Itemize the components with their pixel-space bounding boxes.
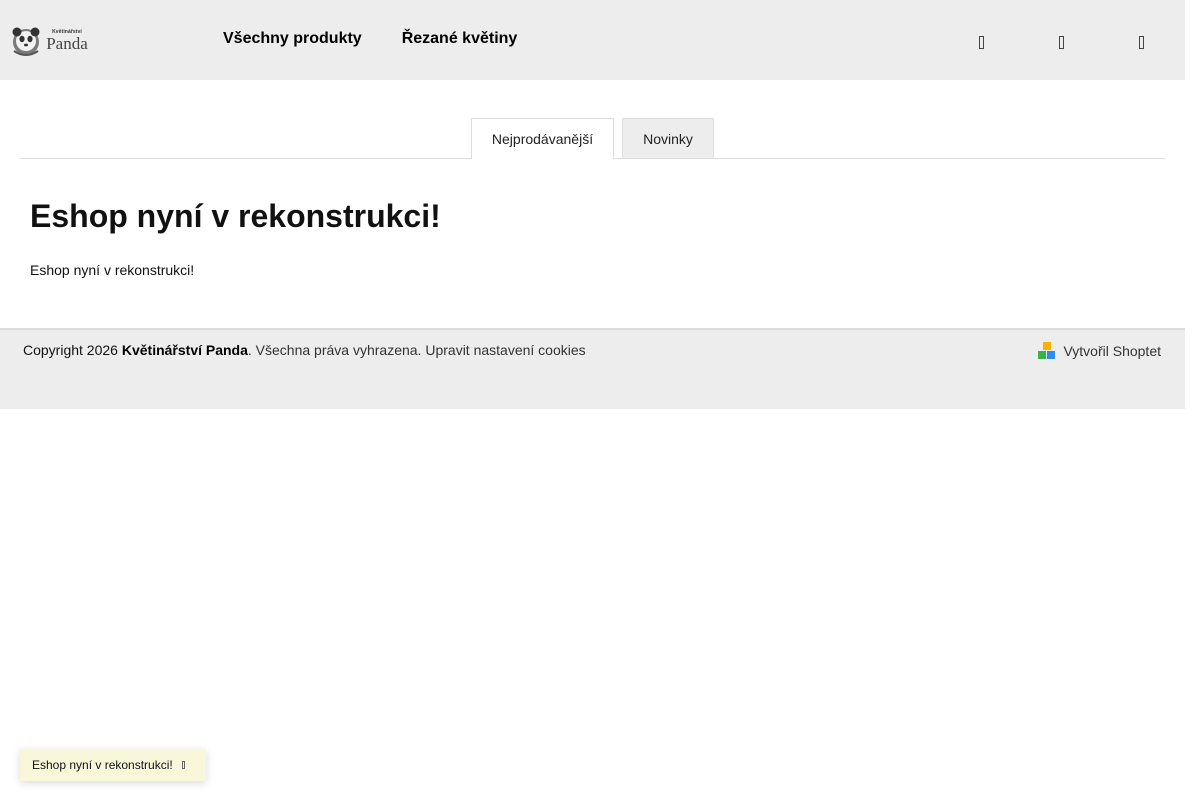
nav-cut-flowers[interactable]: Řezané květiny — [402, 30, 518, 48]
cart-icon[interactable] — [1135, 33, 1147, 51]
shoptet-logo-icon — [1038, 342, 1056, 359]
shoptet-credit-label: Vytvořil Shoptet — [1063, 342, 1161, 359]
copyright-text: Copyright 2026 Květinářství Panda. Všech… — [23, 342, 586, 358]
page-text: Eshop nyní v rekonstrukci! — [30, 262, 195, 278]
close-icon[interactable] — [181, 761, 185, 769]
tab-bestsellers[interactable]: Nejprodávanější — [471, 118, 614, 159]
site-footer: Copyright 2026 Květinářství Panda. Všech… — [0, 330, 1185, 409]
panda-logo-icon — [12, 27, 40, 56]
nav-all-products[interactable]: Všechny produkty — [223, 30, 362, 48]
maintenance-toast: Eshop nyní v rekonstrukci! — [20, 749, 206, 781]
toast-message: Eshop nyní v rekonstrukci! — [32, 758, 173, 772]
cookie-settings-link[interactable]: Upravit nastavení cookies — [425, 342, 585, 358]
store-logo[interactable]: Květinářství Panda — [10, 22, 88, 58]
shoptet-credit-link[interactable]: Vytvořil Shoptet — [1038, 342, 1161, 359]
copyright-rights: . Všechna práva vyhrazena. — [247, 342, 422, 358]
copyright-brand: Květinářství Panda — [121, 342, 248, 358]
user-icon[interactable] — [1055, 33, 1067, 51]
site-header: Květinářství Panda Všechny produkty Řeza… — [0, 0, 1185, 80]
tab-new-products[interactable]: Novinky — [622, 118, 714, 158]
main-navigation: Všechny produkty Řezané květiny — [223, 0, 557, 80]
copyright-prefix: Copyright 2026 — [23, 342, 118, 358]
page-title: Eshop nyní v rekonstrukci! — [30, 198, 441, 234]
search-icon[interactable] — [975, 33, 987, 51]
logo-name: Panda — [46, 34, 88, 53]
